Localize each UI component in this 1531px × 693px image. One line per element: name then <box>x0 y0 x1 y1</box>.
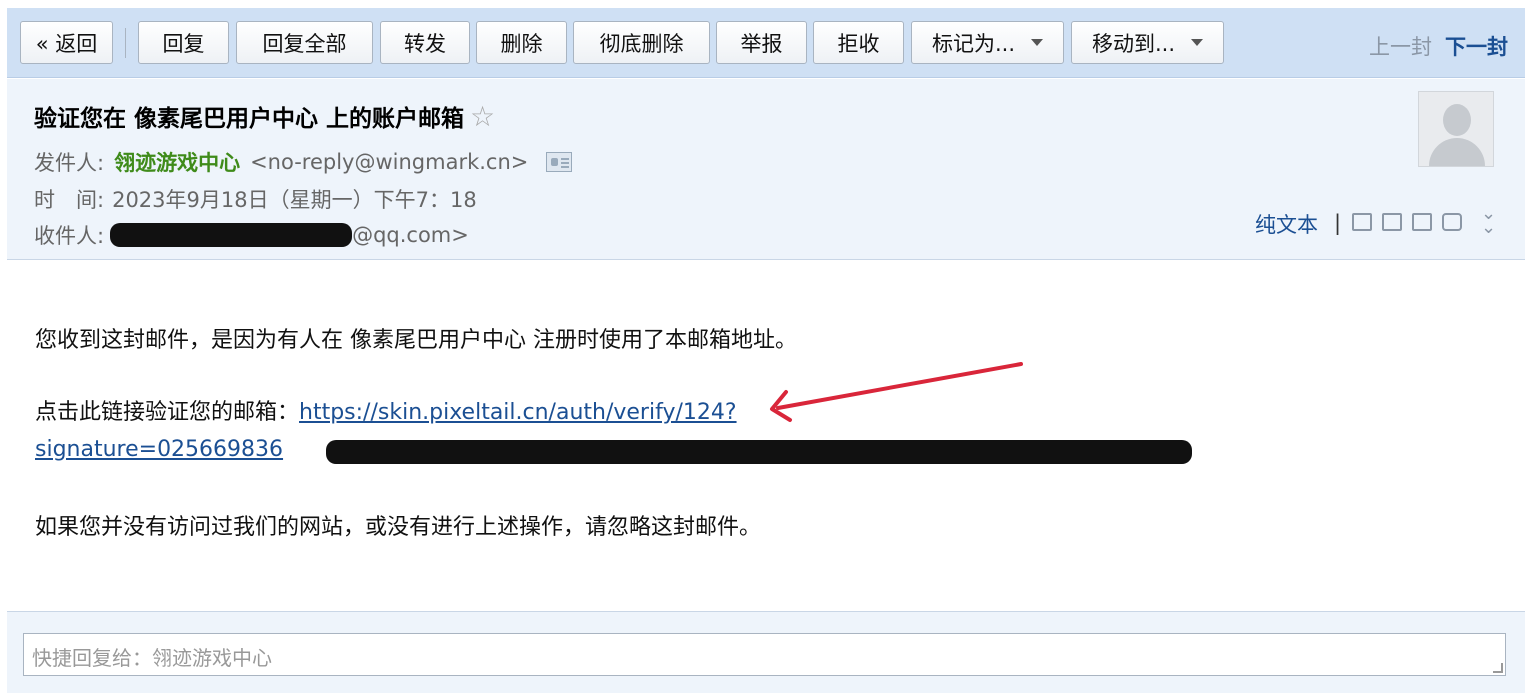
quick-reply-placeholder: 快捷回复给：翎迹游戏中心 <box>32 646 272 670</box>
quick-reply-input[interactable]: 快捷回复给：翎迹游戏中心 <box>23 633 1506 676</box>
annotation-arrow-icon <box>770 362 1023 422</box>
quick-reply-area: 快捷回复给：翎迹游戏中心 <box>7 611 1525 693</box>
resize-grip-icon[interactable] <box>1493 663 1503 673</box>
